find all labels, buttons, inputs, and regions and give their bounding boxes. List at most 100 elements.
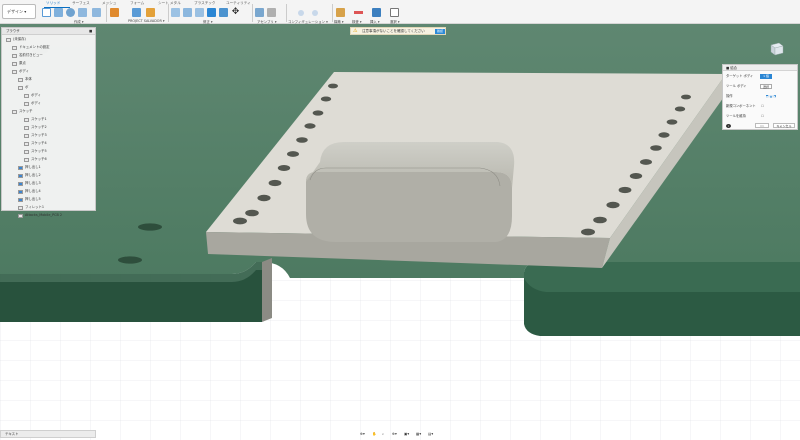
new-component-label: 新規コンポーネント — [726, 104, 756, 108]
body-icon — [18, 77, 23, 82]
pan-icon[interactable]: ✋ — [372, 430, 376, 438]
tree-item[interactable]: ドキュメントの設定 — [12, 44, 50, 51]
rounded-body-front — [306, 172, 512, 242]
tree-item[interactable]: スケッチ4 — [24, 140, 47, 147]
construct-group: 構築 ▾ — [334, 8, 350, 24]
tree-item[interactable]: 押し出し5 — [18, 196, 41, 203]
measure-icon[interactable] — [354, 11, 363, 14]
tab-solid[interactable]: ソリッド — [46, 1, 60, 6]
tree-item[interactable]: スケッチ1 — [24, 116, 47, 123]
tree-item[interactable]: 押し出し3 — [18, 180, 41, 187]
fit-icon[interactable]: ⊕▾ — [392, 430, 397, 438]
tab-mesh[interactable]: メッシュ — [102, 1, 116, 6]
project-salvador-label[interactable]: PROJECT SALVADOR ▾ — [128, 19, 165, 23]
hole-icon[interactable] — [78, 8, 87, 17]
model-scene[interactable] — [0, 24, 800, 440]
extrude-icon[interactable] — [54, 8, 63, 17]
tree-root[interactable]: (未保存) — [6, 36, 26, 43]
press-pull-icon[interactable] — [171, 8, 180, 17]
warning-text: 注意事項がないことを確認してください — [362, 29, 425, 33]
body-icon — [24, 93, 29, 98]
tab-form[interactable]: フォーム — [130, 1, 144, 6]
tree-item[interactable]: ボディ — [24, 100, 41, 107]
tree-item[interactable]: 原点 — [12, 60, 26, 67]
tree-item[interactable]: 押し出し4 — [18, 188, 41, 195]
browser-panel: ブラウザ ■ (未保存) ドキュメントの設定 名前付きビュー 原点 ボディ 本体… — [1, 27, 96, 218]
tree-item[interactable]: スケッチ — [12, 108, 33, 115]
viewports-icon[interactable]: ▤▾ — [428, 430, 433, 438]
extrude-feature-icon — [18, 173, 23, 178]
ok-button[interactable]: OK — [755, 123, 769, 128]
tab-plastic[interactable]: プラスチック — [194, 1, 216, 6]
salvador-icon[interactable] — [110, 8, 119, 17]
new-component-checkbox[interactable]: ☐ — [760, 104, 765, 109]
display-settings-icon[interactable]: ▣▾ — [404, 430, 409, 438]
tree-item[interactable]: ボ — [18, 84, 28, 91]
tree-item[interactable]: スケッチ6 — [24, 156, 47, 163]
canvas-viewport[interactable]: ⚠ 注意事項がないことを確認してください 確認 — [0, 24, 800, 440]
fillet-feature-icon — [18, 205, 23, 210]
extrude-feature-icon — [18, 181, 23, 186]
tree-item[interactable]: スケッチ5 — [24, 148, 47, 155]
offset-plane-icon[interactable] — [336, 8, 345, 17]
origin-icon — [12, 61, 17, 66]
sketch-icon — [24, 141, 29, 146]
tree-item[interactable]: ボディ — [24, 92, 41, 99]
tree-item[interactable]: スケッチ3 — [24, 132, 47, 139]
browser-close-icon[interactable]: ■ — [89, 28, 93, 35]
extrude-feature-icon — [18, 165, 23, 170]
insert-image-icon[interactable] — [372, 8, 381, 17]
linked-component-icon — [18, 213, 23, 218]
configure-a-icon[interactable] — [298, 10, 304, 16]
tab-surface[interactable]: サーフェス — [72, 1, 90, 6]
tree-item[interactable]: 押し出し2 — [18, 172, 41, 179]
info-icon[interactable]: i — [726, 124, 731, 128]
workspace-dropdown[interactable]: デザイン ▾ — [2, 4, 36, 19]
viewcube[interactable] — [768, 41, 784, 56]
keep-tools-label: ツールを維持 — [726, 114, 746, 118]
modify-group: ✥ 修正 ▾ — [171, 8, 249, 24]
browser-title: ブラウザ — [6, 29, 20, 33]
tree-item[interactable]: フィレット1 — [18, 204, 44, 211]
tool-body-selector[interactable]: 選択 — [760, 84, 772, 89]
operation-buttons[interactable]: ⬒ ⬓ ⬔ — [760, 94, 782, 99]
box-icon[interactable] — [92, 8, 101, 17]
tree-item[interactable]: ボディ — [12, 68, 29, 75]
tree-item[interactable]: 名前付きビュー — [12, 52, 43, 59]
scale-icon[interactable] — [219, 8, 228, 17]
tab-sheet-metal[interactable]: シート メタル — [158, 1, 181, 6]
chamfer-icon[interactable] — [195, 8, 204, 17]
target-body-label: ターゲット ボディ — [726, 74, 754, 78]
salvador-add-icon[interactable] — [132, 8, 141, 17]
fillet-icon[interactable] — [183, 8, 192, 17]
zoom-icon[interactable]: ⌕ — [382, 430, 384, 438]
tab-utility[interactable]: ユーティリティ — [226, 1, 251, 6]
text-commands-bar[interactable]: テキスト — [0, 430, 96, 438]
component-icon — [6, 37, 11, 42]
board-hole — [118, 256, 142, 264]
grid-settings-icon[interactable]: ▦▾ — [416, 430, 421, 438]
configure-b-icon[interactable] — [312, 10, 318, 16]
select-icon[interactable] — [390, 8, 399, 17]
joint-icon[interactable] — [267, 8, 276, 17]
tree-item[interactable]: スケッチ2 — [24, 124, 47, 131]
new-sketch-icon[interactable] — [42, 8, 51, 17]
combine-icon[interactable] — [207, 8, 216, 17]
tree-item[interactable]: Attacks_Mobile_PCB 2 — [18, 212, 62, 219]
create-group: 作成 ▾ — [42, 8, 102, 24]
new-component-icon[interactable] — [255, 8, 264, 17]
assemble-group: アセンブリ ▾ — [255, 8, 285, 24]
tree-item[interactable]: 押し出し1 — [18, 164, 41, 171]
orbit-icon[interactable]: ⊕▾ — [360, 430, 365, 438]
cancel-button[interactable]: キャンセル — [773, 123, 795, 128]
board-hole — [138, 223, 162, 231]
keep-tools-checkbox[interactable]: ☐ — [760, 114, 765, 119]
salvador-icon-group — [108, 8, 122, 24]
salvador-gen-icon[interactable] — [146, 8, 155, 17]
target-body-selector[interactable]: 1 個 — [760, 74, 772, 79]
move-icon[interactable]: ✥ — [231, 8, 240, 17]
tree-item[interactable]: 本体 — [18, 76, 32, 83]
revolve-icon[interactable] — [66, 8, 75, 17]
separator — [106, 4, 107, 22]
warning-confirm-button[interactable]: 確認 — [435, 29, 445, 34]
